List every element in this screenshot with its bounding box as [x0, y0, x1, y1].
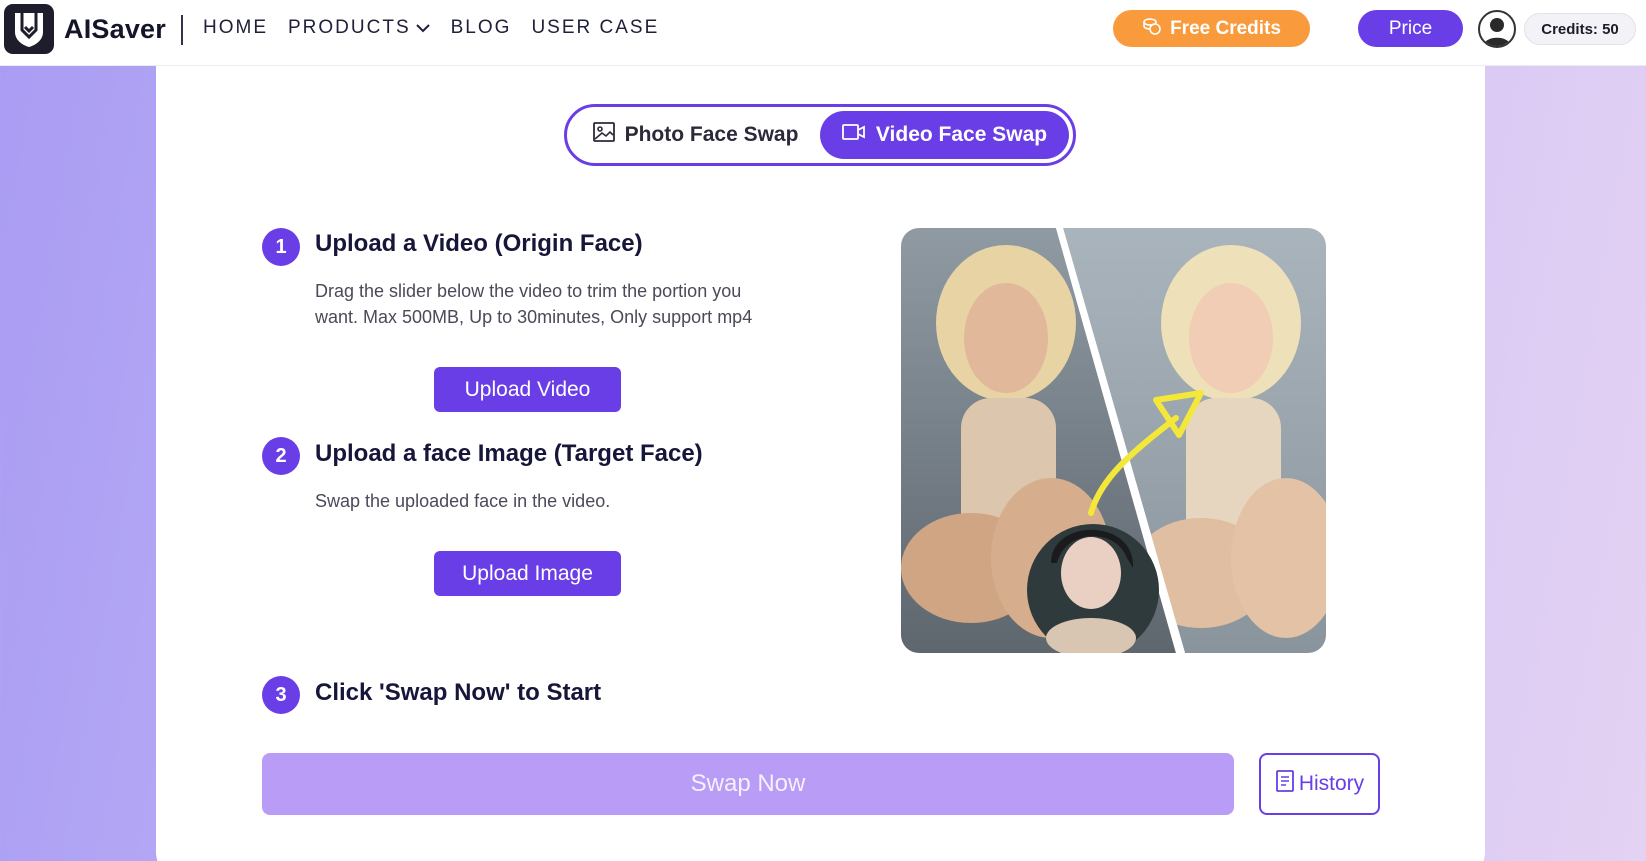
credits-badge: Credits: 50 [1524, 13, 1636, 45]
nav-products-label: PRODUCTS [288, 17, 411, 38]
step-2-description: Swap the uploaded face in the video. [315, 491, 611, 511]
nav-user-case[interactable]: USER CASE [531, 17, 659, 39]
tab-video-face-swap[interactable]: Video Face Swap [820, 111, 1069, 159]
tab-video-label: Video Face Swap [875, 123, 1048, 146]
nav-products[interactable]: PRODUCTS [288, 17, 431, 39]
step-3-title: Click 'Swap Now' to Start [315, 679, 602, 706]
avatar[interactable] [1478, 10, 1516, 48]
step-2-title: Upload a face Image (Target Face) [315, 440, 703, 467]
nav-home[interactable]: HOME [203, 17, 268, 39]
video-camera-icon [842, 123, 866, 147]
chevron-down-icon [415, 23, 431, 33]
history-label: History [1298, 772, 1365, 795]
mode-toggle: Photo Face Swap Video Face Swap [564, 104, 1076, 166]
tab-photo-label: Photo Face Swap [624, 123, 799, 146]
tab-photo-face-swap[interactable]: Photo Face Swap [571, 111, 820, 159]
top-navbar: AISaver HOME PRODUCTS BLOG USER CASE Fre… [0, 0, 1646, 66]
nav-divider [181, 15, 183, 45]
image-icon [592, 122, 615, 148]
free-credits-button[interactable]: Free Credits [1113, 10, 1310, 47]
nav-blog[interactable]: BLOG [451, 17, 512, 39]
swap-now-button[interactable]: Swap Now [262, 753, 1234, 815]
coins-icon [1142, 16, 1162, 42]
history-button[interactable]: History [1259, 753, 1380, 815]
upload-image-button[interactable]: Upload Image [434, 551, 621, 596]
download-logo-icon [4, 4, 54, 54]
step-2-badge: 2 [262, 437, 300, 475]
price-button[interactable]: Price [1358, 10, 1463, 47]
step-1-desc-line-2: want. Max 500MB, Up to 30minutes, Only s… [315, 307, 753, 327]
face-swap-example-image [901, 228, 1326, 653]
step-1-desc-line-1: Drag the slider below the video to trim … [315, 281, 742, 301]
step-3-badge: 3 [262, 676, 300, 714]
document-list-icon [1275, 770, 1295, 798]
step-1-description: Drag the slider below the video to trim … [315, 278, 752, 330]
step-1-title: Upload a Video (Origin Face) [315, 230, 643, 257]
main-nav: HOME PRODUCTS BLOG USER CASE [203, 0, 659, 56]
brand-logo[interactable]: AISaver [4, 4, 166, 54]
upload-video-button[interactable]: Upload Video [434, 367, 621, 412]
free-credits-label: Free Credits [1170, 17, 1281, 39]
brand-name: AISaver [64, 13, 166, 44]
step-1-badge: 1 [262, 228, 300, 266]
